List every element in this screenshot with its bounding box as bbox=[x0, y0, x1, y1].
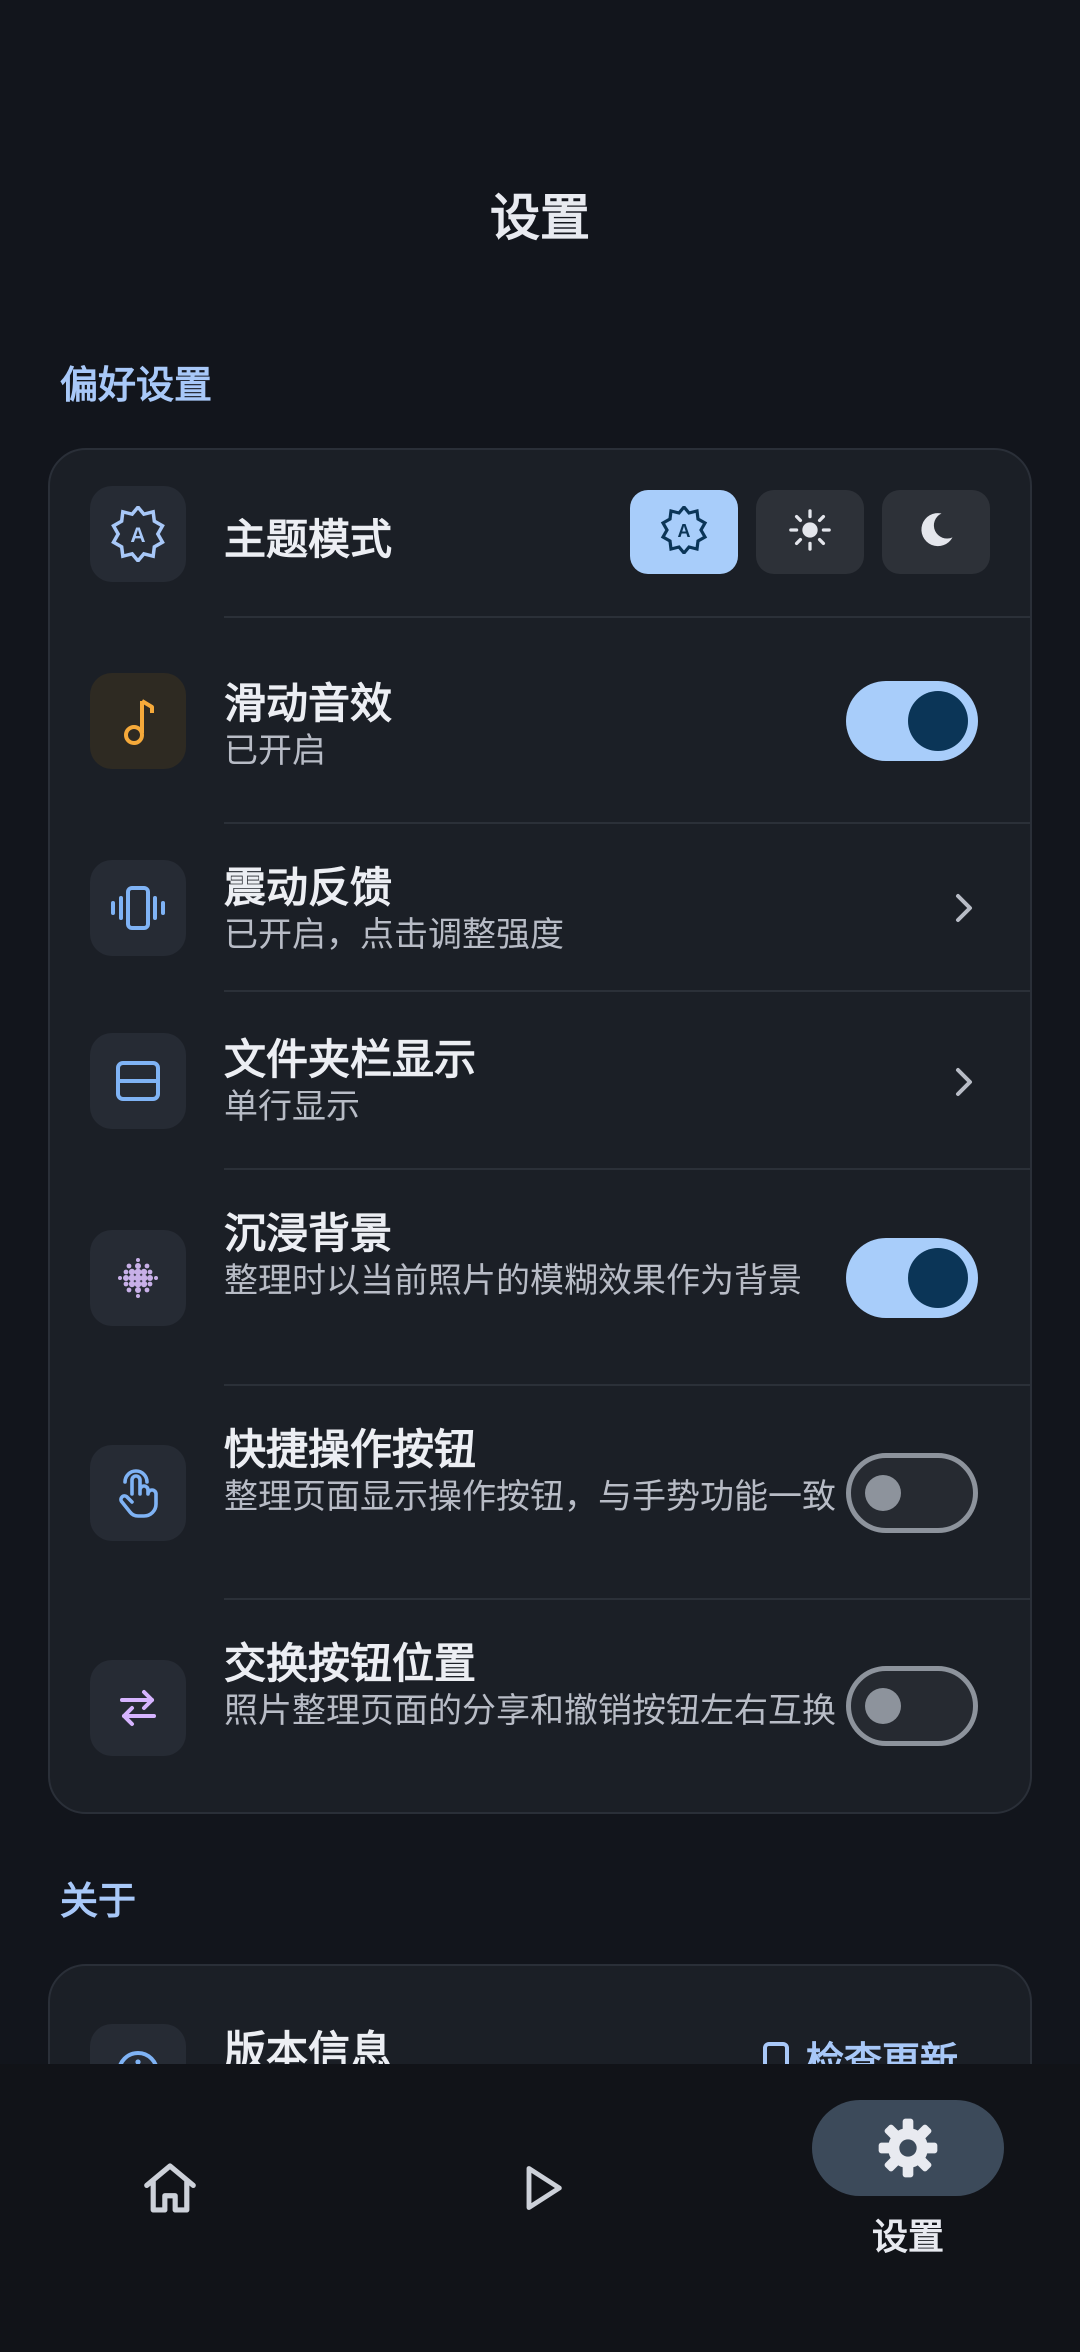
view-agenda-icon bbox=[90, 1033, 186, 1129]
chevron-right-icon bbox=[956, 894, 972, 922]
vibration-subtitle: 已开启，点击调整强度 bbox=[224, 915, 564, 955]
nav-play[interactable] bbox=[502, 2148, 582, 2228]
immersive-bg-row[interactable]: 沉浸背景 整理时以当前照片的模糊效果作为背景 bbox=[50, 1170, 1030, 1386]
immersive-bg-subtitle: 整理时以当前照片的模糊效果作为背景 bbox=[224, 1261, 802, 1301]
chevron-right-icon bbox=[956, 1068, 972, 1096]
preferences-card: A 主题模式 A 滑动音效 已开启 震动反馈 已开启，点击调整强度 文件夹栏显示… bbox=[48, 448, 1032, 1814]
swipe-sound-row[interactable]: 滑动音效 已开启 bbox=[50, 618, 1030, 824]
light-mode-icon bbox=[787, 507, 833, 557]
swap-buttons-title: 交换按钮位置 bbox=[224, 1639, 477, 1688]
swap-buttons-toggle[interactable] bbox=[846, 1666, 978, 1746]
quick-actions-row[interactable]: 快捷操作按钮 整理页面显示操作按钮，与手势功能一致 bbox=[50, 1386, 1030, 1600]
section-label-about: 关于 bbox=[60, 1879, 137, 1923]
folder-bar-subtitle: 单行显示 bbox=[224, 1087, 360, 1127]
swipe-sound-title: 滑动音效 bbox=[224, 679, 393, 728]
nav-home[interactable] bbox=[130, 2148, 210, 2228]
page-title: 设置 bbox=[490, 189, 590, 247]
folder-bar-title: 文件夹栏显示 bbox=[224, 1035, 477, 1084]
theme-mode-row: A 主题模式 A bbox=[50, 450, 1030, 618]
touch-icon bbox=[90, 1445, 186, 1541]
immersive-bg-toggle[interactable] bbox=[846, 1238, 978, 1318]
nav-settings[interactable] bbox=[812, 2100, 1004, 2196]
nav-settings-label: 设置 bbox=[871, 2217, 944, 2258]
auto-brightness-icon: A bbox=[90, 486, 186, 582]
svg-text:A: A bbox=[678, 521, 691, 541]
theme-light-button[interactable] bbox=[756, 490, 864, 574]
vibration-title: 震动反馈 bbox=[224, 863, 393, 912]
swipe-sound-toggle[interactable] bbox=[846, 681, 978, 761]
swap-buttons-row[interactable]: 交换按钮位置 照片整理页面的分享和撤销按钮左右互换 bbox=[50, 1600, 1030, 1812]
blur-icon bbox=[90, 1230, 186, 1326]
auto-theme-icon: A bbox=[660, 504, 708, 558]
home-icon bbox=[144, 2163, 196, 2213]
dark-mode-icon bbox=[914, 508, 958, 556]
music-note-icon bbox=[90, 673, 186, 769]
play-icon bbox=[526, 2166, 562, 2210]
theme-auto-button[interactable]: A bbox=[630, 490, 738, 574]
quick-actions-title: 快捷操作按钮 bbox=[224, 1425, 477, 1474]
theme-mode-title: 主题模式 bbox=[224, 515, 393, 564]
svg-text:A: A bbox=[130, 524, 145, 547]
swap-icon bbox=[90, 1660, 186, 1756]
bottom-navigation: 设置 bbox=[0, 2064, 1080, 2352]
quick-actions-toggle[interactable] bbox=[846, 1453, 978, 1533]
vibration-icon bbox=[90, 860, 186, 956]
section-label-preferences: 偏好设置 bbox=[60, 363, 213, 407]
vibration-row[interactable]: 震动反馈 已开启，点击调整强度 bbox=[50, 824, 1030, 992]
folder-bar-row[interactable]: 文件夹栏显示 单行显示 bbox=[50, 992, 1030, 1170]
gear-icon bbox=[878, 2118, 938, 2178]
swipe-sound-subtitle: 已开启 bbox=[224, 731, 326, 771]
immersive-bg-title: 沉浸背景 bbox=[224, 1209, 393, 1258]
swap-buttons-subtitle: 照片整理页面的分享和撤销按钮左右互换 bbox=[224, 1691, 836, 1731]
theme-dark-button[interactable] bbox=[882, 490, 990, 574]
quick-actions-subtitle: 整理页面显示操作按钮，与手势功能一致 bbox=[224, 1477, 836, 1517]
